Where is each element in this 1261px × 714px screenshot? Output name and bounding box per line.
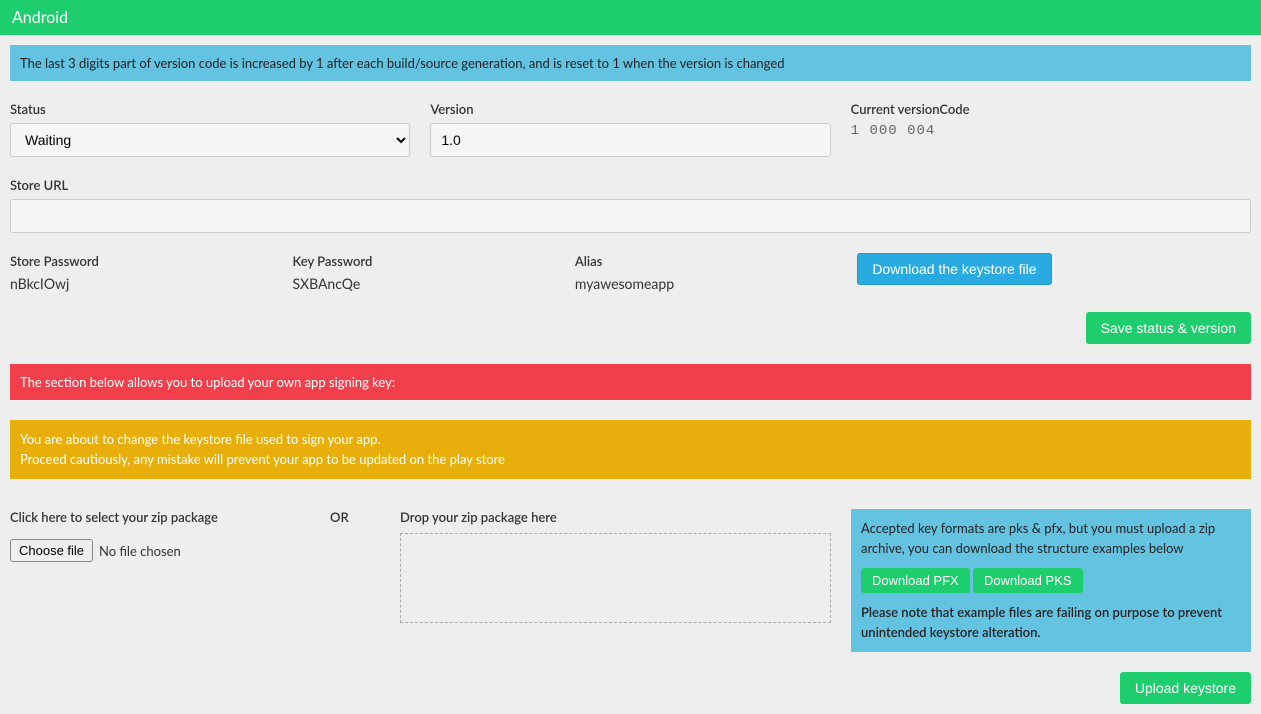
save-status-version-button[interactable]: Save status & version — [1086, 312, 1251, 344]
status-field: Status Waiting — [10, 101, 410, 157]
download-pks-button[interactable]: Download PKS — [973, 568, 1082, 593]
dropzone[interactable] — [400, 533, 831, 623]
click-select-label: Click here to select your zip package — [10, 509, 310, 525]
download-keystore-button[interactable]: Download the keystore file — [857, 253, 1051, 285]
store-password-label: Store Password — [10, 253, 272, 269]
accepted-text: Accepted key formats are pks & pfx, but … — [861, 519, 1241, 558]
or-label: OR — [330, 509, 380, 525]
store-url-input[interactable] — [10, 199, 1251, 233]
store-password-field: Store Password nBkcIOwj — [10, 253, 272, 292]
alias-value: myawesomeapp — [575, 275, 837, 292]
version-code-value: 1 000 004 — [851, 123, 1251, 139]
version-code-field: Current versionCode 1 000 004 — [851, 101, 1251, 157]
no-file-text: No file chosen — [99, 543, 181, 559]
store-url-label: Store URL — [10, 177, 1251, 193]
download-pfx-button[interactable]: Download PFX — [861, 568, 970, 593]
upload-keystore-button[interactable]: Upload keystore — [1120, 672, 1251, 704]
version-label: Version — [430, 101, 830, 117]
version-input[interactable] — [430, 123, 830, 157]
key-password-field: Key Password SXBAncQe — [292, 253, 554, 292]
accepted-formats-box: Accepted key formats are pks & pfx, but … — [851, 509, 1251, 652]
key-password-value: SXBAncQe — [292, 275, 554, 292]
alias-label: Alias — [575, 253, 837, 269]
status-label: Status — [10, 101, 410, 117]
key-password-label: Key Password — [292, 253, 554, 269]
page-title: Android — [12, 8, 68, 27]
version-code-label: Current versionCode — [851, 101, 1251, 117]
info-banner: The last 3 digits part of version code i… — [10, 45, 1251, 81]
status-select[interactable]: Waiting — [10, 123, 410, 157]
accepted-note: Please note that example files are faili… — [861, 603, 1241, 642]
drop-label: Drop your zip package here — [400, 509, 831, 525]
store-password-value: nBkcIOwj — [10, 275, 272, 292]
choose-file-button[interactable]: Choose file — [10, 539, 93, 562]
alias-field: Alias myawesomeapp — [575, 253, 837, 292]
version-field: Version — [430, 101, 830, 157]
page-header: Android — [0, 0, 1261, 35]
keystore-warning: You are about to change the keystore fil… — [10, 420, 1251, 479]
signing-key-alert: The section below allows you to upload y… — [10, 364, 1251, 400]
